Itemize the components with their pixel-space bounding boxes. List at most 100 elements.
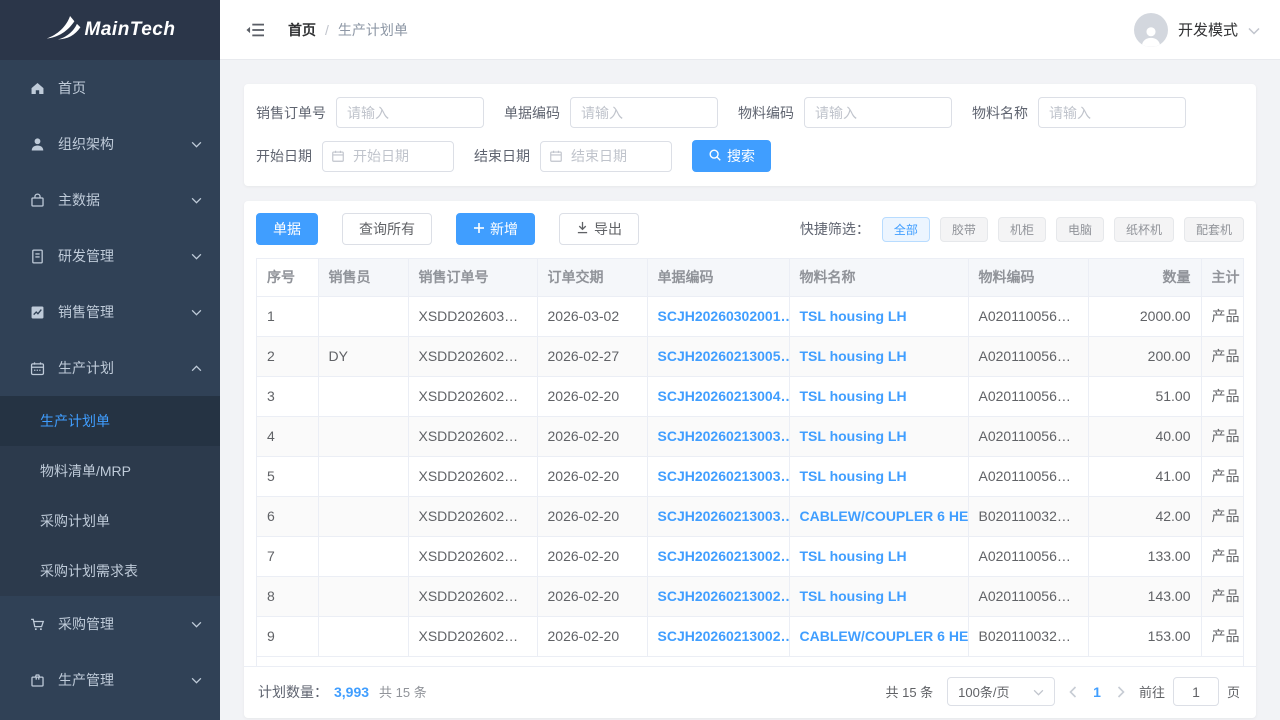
search-button[interactable]: 搜索 (692, 140, 771, 172)
doc-code-link[interactable]: SCJH20260213002… (658, 548, 790, 564)
sidebar-item-rnd[interactable]: 研发管理 (0, 228, 220, 284)
material-name-link[interactable]: TSL housing LH (800, 348, 907, 364)
export-button[interactable]: 导出 (559, 213, 639, 245)
material-name-link[interactable]: CABLEW/COUPLER 6 HE (800, 508, 969, 524)
cell-material-code: A020110056… (968, 456, 1088, 496)
cell-doc-code: SCJH20260213003… (647, 496, 789, 536)
cell-seq: 3 (257, 376, 318, 416)
submenu-item-purchase-plan-demand[interactable]: 采购计划需求表 (0, 546, 220, 596)
cell-delivery-date: 2026-03-02 (537, 296, 647, 336)
breadcrumb-home[interactable]: 首页 (288, 20, 316, 40)
table-row: 1 XSDD202603… 2026-03-02 SCJH20260302001… (257, 296, 1244, 336)
doc-code-link[interactable]: SCJH20260213004… (658, 388, 790, 404)
doc-code-link[interactable]: SCJH20260213003… (658, 428, 790, 444)
cell-salesperson (318, 296, 408, 336)
table-header-row: 序号 销售员 销售订单号 订单交期 单据编码 物料名称 物料编码 数量 主计 (257, 259, 1244, 296)
field-end-date: 结束日期 (474, 141, 672, 172)
cell-seq: 8 (257, 576, 318, 616)
calendar-icon (28, 359, 46, 377)
cell-seq: 2 (257, 336, 318, 376)
sidebar-item-home[interactable]: 首页 (0, 60, 220, 116)
sidebar-item-production-plan[interactable]: 生产计划 (0, 340, 220, 396)
quick-filter-bar: 快捷筛选： 全部胶带机柜电脑纸杯机配套机 (800, 217, 1244, 242)
doc-code-input[interactable] (570, 97, 718, 128)
quick-filter-tag[interactable]: 纸杯机 (1114, 217, 1174, 242)
material-code-input[interactable] (804, 97, 952, 128)
quick-filter-tag[interactable]: 配套机 (1184, 217, 1244, 242)
quick-filter-tag[interactable]: 胶带 (940, 217, 988, 242)
doc-code-link[interactable]: SCJH20260213002… (658, 588, 790, 604)
table-row: 9 XSDD202602… 2026-02-20 SCJH20260213002… (257, 616, 1244, 656)
production-plan-submenu: 生产计划单 物料清单/MRP 采购计划单 采购计划需求表 (0, 396, 220, 596)
sidebar-item-master-data[interactable]: 主数据 (0, 172, 220, 228)
column-header-delivery-date: 订单交期 (537, 259, 647, 296)
sales-order-input[interactable] (336, 97, 484, 128)
table-row: 5 XSDD202602… 2026-02-20 SCJH20260213003… (257, 456, 1244, 496)
material-name-input[interactable] (1038, 97, 1186, 128)
table-row: 4 XSDD202602… 2026-02-20 SCJH20260213003… (257, 416, 1244, 456)
query-all-button-label: 查询所有 (359, 219, 415, 239)
end-date-input[interactable] (540, 141, 672, 172)
doc-code-link[interactable]: SCJH20260213005… (658, 348, 790, 364)
cell-sales-order: XSDD202602… (408, 536, 537, 576)
sidebar-item-label: 主数据 (58, 190, 190, 210)
add-button[interactable]: 新增 (456, 213, 535, 245)
cell-seq: 1 (257, 296, 318, 336)
sidebar: MainTech 首页 组织架构 主数据 (0, 0, 220, 720)
field-label: 开始日期 (256, 146, 312, 166)
chevron-down-icon (190, 306, 202, 318)
material-name-link[interactable]: CABLEW/COUPLER 6 HE (800, 628, 969, 644)
cell-type: 产品 (1201, 536, 1244, 576)
sidebar-item-label: 首页 (58, 78, 202, 98)
cell-type: 产品 (1201, 616, 1244, 656)
cell-seq: 7 (257, 536, 318, 576)
goto-page-input[interactable] (1173, 677, 1219, 706)
material-name-link[interactable]: TSL housing LH (800, 468, 907, 484)
material-name-link[interactable]: TSL housing LH (800, 588, 907, 604)
material-name-link[interactable]: TSL housing LH (800, 428, 907, 444)
chevron-down-icon (190, 194, 202, 206)
sidebar-item-sales[interactable]: 销售管理 (0, 284, 220, 340)
sidebar-collapse-icon[interactable] (244, 19, 266, 41)
cell-doc-code: SCJH20260213002… (647, 616, 789, 656)
next-page-icon[interactable] (1117, 686, 1125, 698)
cell-type: 产品 (1201, 496, 1244, 536)
doc-code-link[interactable]: SCJH20260302001… (658, 308, 790, 324)
prev-page-icon[interactable] (1069, 686, 1077, 698)
quick-filter-tag[interactable]: 电脑 (1056, 217, 1104, 242)
material-name-link[interactable]: TSL housing LH (800, 548, 907, 564)
cell-delivery-date: 2026-02-20 (537, 376, 647, 416)
filter-panel: 销售订单号 单据编码 物料编码 物料名称 (244, 84, 1256, 186)
sidebar-item-label: 销售管理 (58, 302, 190, 322)
cell-type: 产品 (1201, 576, 1244, 616)
doc-button[interactable]: 单据 (256, 213, 318, 245)
submenu-item-bom-mrp[interactable]: 物料清单/MRP (0, 446, 220, 496)
doc-code-link[interactable]: SCJH20260213002… (658, 628, 790, 644)
cell-quantity: 41.00 (1088, 456, 1201, 496)
cell-seq: 6 (257, 496, 318, 536)
quick-filter-tag[interactable]: 机柜 (998, 217, 1046, 242)
sidebar-item-organization[interactable]: 组织架构 (0, 116, 220, 172)
doc-code-link[interactable]: SCJH20260213003… (658, 508, 790, 524)
chevron-down-icon (190, 250, 202, 262)
current-page[interactable]: 1 (1093, 684, 1101, 700)
query-all-button[interactable]: 查询所有 (342, 213, 432, 245)
material-name-link[interactable]: TSL housing LH (800, 388, 907, 404)
column-header-doc-code: 单据编码 (647, 259, 789, 296)
quick-filter-tag[interactable]: 全部 (882, 217, 930, 242)
field-label: 物料编码 (738, 103, 794, 123)
material-name-link[interactable]: TSL housing LH (800, 308, 907, 324)
plan-total-count: 共 15 条 (379, 682, 427, 701)
sidebar-item-production-mgmt[interactable]: 生产管理 (0, 652, 220, 708)
user-menu[interactable]: 开发模式 (1134, 13, 1260, 47)
page-suffix: 页 (1227, 682, 1240, 701)
cell-seq: 9 (257, 616, 318, 656)
bag-icon (28, 191, 46, 209)
page-size-select[interactable]: 100条/页 (947, 677, 1055, 706)
doc-code-link[interactable]: SCJH20260213003… (658, 468, 790, 484)
submenu-item-production-plan-order[interactable]: 生产计划单 (0, 396, 220, 446)
cart-icon (28, 615, 46, 633)
submenu-item-purchase-plan-order[interactable]: 采购计划单 (0, 496, 220, 546)
sidebar-item-purchasing[interactable]: 采购管理 (0, 596, 220, 652)
start-date-input[interactable] (322, 141, 454, 172)
